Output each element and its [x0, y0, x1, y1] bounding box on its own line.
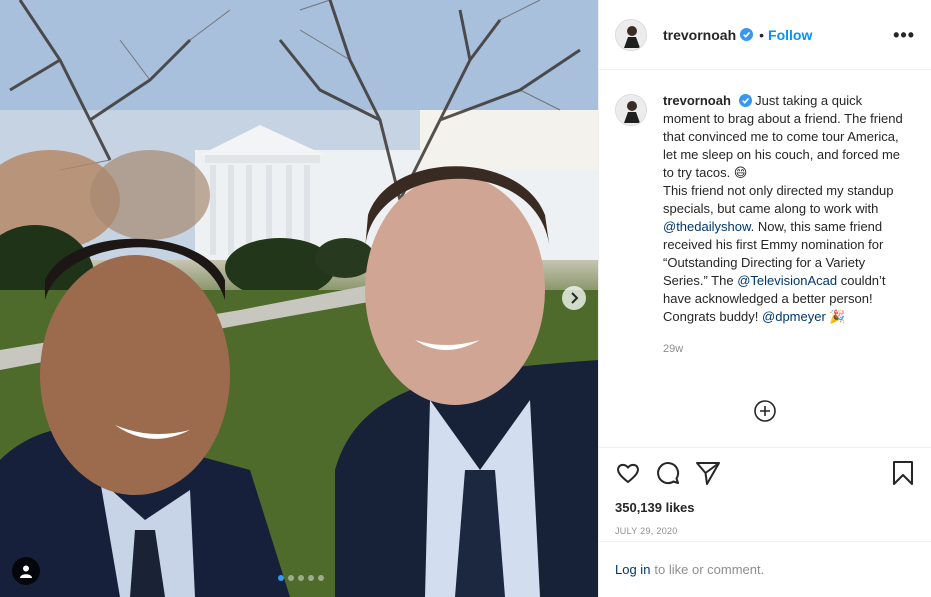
follow-button[interactable]: Follow: [768, 27, 812, 43]
carousel-indicator: [278, 575, 324, 581]
verified-icon: [738, 94, 752, 107]
next-photo-button[interactable]: [562, 286, 586, 310]
mention-thedailyshow[interactable]: @thedailyshow: [663, 219, 751, 234]
verified-icon: [740, 28, 754, 41]
caption-part-2: This friend not only directed my standup…: [663, 183, 894, 216]
photo-scene: [0, 0, 598, 597]
mention-dpmeyer[interactable]: @dpmeyer: [762, 309, 826, 324]
carousel-dot: [298, 575, 304, 581]
separator-bullet: •: [759, 26, 765, 43]
caption-text: trevornoah Just taking a quick moment to…: [663, 92, 908, 326]
avatar-image: [616, 19, 646, 50]
login-prompt-text: to like or comment.: [654, 562, 765, 577]
avatar-image: [616, 95, 646, 125]
likes-count[interactable]: 350,139 likes: [615, 500, 916, 515]
login-prompt: Log in to like or comment.: [599, 541, 931, 597]
caption-timestamp[interactable]: 29w: [663, 340, 908, 358]
post-date: JULY 29, 2020: [615, 526, 678, 536]
carousel-dot: [278, 575, 284, 581]
header-username[interactable]: trevornoah: [663, 27, 736, 43]
mention-televisionacad[interactable]: @TelevisionAcad: [737, 273, 837, 288]
action-icons: [615, 460, 916, 486]
comment-icon[interactable]: [655, 460, 681, 486]
carousel-dot: [318, 575, 324, 581]
caption-block: trevornoah Just taking a quick moment to…: [599, 70, 931, 358]
post-header: trevornoah • Follow •••: [599, 0, 931, 70]
more-options-button[interactable]: •••: [893, 26, 915, 44]
caption-part-5: 🎉: [825, 309, 846, 324]
bookmark-icon[interactable]: [890, 460, 916, 486]
user-tag-icon: [20, 565, 32, 578]
caption-avatar[interactable]: [615, 94, 647, 126]
share-icon[interactable]: [695, 460, 721, 486]
login-link[interactable]: Log in: [615, 562, 650, 577]
post-actions: 350,139 likes JULY 29, 2020: [599, 447, 931, 536]
post-sidebar: trevornoah • Follow ••• trevornoah Just …: [598, 0, 931, 597]
carousel-dot: [288, 575, 294, 581]
tagged-users-button[interactable]: [12, 557, 40, 585]
add-comment-icon[interactable]: [754, 400, 776, 422]
more-icon: •••: [893, 24, 915, 45]
caption-username[interactable]: trevornoah: [663, 93, 731, 108]
header-user: trevornoah • Follow: [663, 27, 812, 43]
post-photo[interactable]: [0, 0, 598, 597]
chevron-right-icon: [571, 292, 579, 304]
caption: trevornoah Just taking a quick moment to…: [663, 92, 908, 358]
avatar[interactable]: [615, 18, 647, 51]
carousel-dot: [308, 575, 314, 581]
heart-icon[interactable]: [615, 460, 641, 486]
